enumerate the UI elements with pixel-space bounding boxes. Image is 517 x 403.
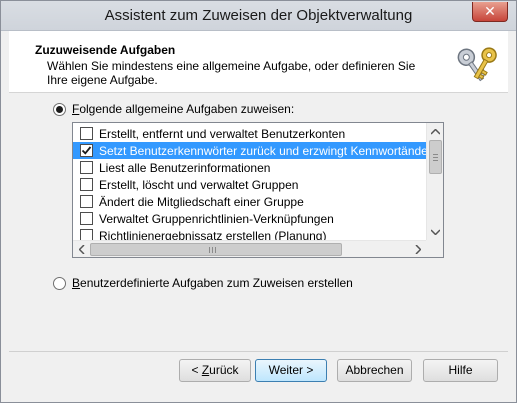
keys-icon	[454, 39, 500, 85]
task-label: Ändert die Mitgliedschaft einer Gruppe	[99, 194, 304, 209]
task-checkbox[interactable]	[80, 144, 93, 157]
radio-common-tasks[interactable]: Folgende allgemeine Aufgaben zuweisen:	[53, 102, 294, 116]
wizard-header: Zuzuweisende Aufgaben Wählen Sie mindest…	[9, 31, 508, 93]
task-label: Erstellt, entfernt und verwaltet Benutze…	[99, 126, 346, 141]
scrollbar-corner	[426, 240, 443, 257]
radio-button[interactable]	[53, 276, 66, 290]
header-subtitle: Wählen Sie mindestens eine allgemeine Au…	[47, 59, 416, 87]
back-button[interactable]: < Zurück	[179, 359, 251, 382]
window-title: Assistent zum Zuweisen der Objektverwalt…	[104, 7, 413, 24]
radio-common-label: Folgende allgemeine Aufgaben zuweisen:	[72, 102, 295, 116]
task-checkbox[interactable]	[80, 229, 93, 240]
task-item[interactable]: Ändert die Mitgliedschaft einer Gruppe	[73, 193, 426, 210]
horizontal-scrollbar[interactable]	[73, 240, 426, 257]
task-item[interactable]: Erstellt, löscht und verwaltet Gruppen	[73, 176, 426, 193]
button-separator	[9, 351, 508, 352]
next-button[interactable]: Weiter >	[255, 359, 327, 382]
header-title: Zuzuweisende Aufgaben	[35, 43, 176, 57]
checkmark-icon	[81, 146, 92, 155]
task-list[interactable]: Erstellt, entfernt und verwaltet Benutze…	[72, 122, 444, 258]
task-item[interactable]: Verwaltet Gruppenrichtlinien-Verknüpfung…	[73, 210, 426, 227]
radio-button[interactable]	[53, 102, 66, 116]
scroll-down-icon[interactable]	[427, 223, 444, 240]
radio-custom-tasks[interactable]: Benutzerdefinierte Aufgaben zum Zuweisen…	[53, 276, 353, 290]
vertical-scrollbar[interactable]	[426, 123, 443, 240]
vertical-scroll-thumb[interactable]	[429, 140, 442, 174]
help-button[interactable]: Hilfe	[423, 359, 498, 382]
task-checkbox[interactable]	[80, 212, 93, 225]
task-checkbox[interactable]	[80, 178, 93, 191]
radio-dot	[56, 105, 63, 113]
task-checkbox[interactable]	[80, 195, 93, 208]
task-label: Richtlinienergebnissatz erstellen (Planu…	[99, 228, 327, 241]
task-label: Liest alle Benutzerinformationen	[99, 160, 271, 175]
task-item[interactable]: Richtlinienergebnissatz erstellen (Planu…	[73, 227, 426, 240]
task-item[interactable]: Erstellt, entfernt und verwaltet Benutze…	[73, 125, 426, 142]
title-bar[interactable]: Assistent zum Zuweisen der Objektverwalt…	[1, 1, 516, 31]
close-button[interactable]: ✕	[472, 2, 508, 22]
task-item[interactable]: Setzt Benutzerkennwörter zurück und erzw…	[73, 142, 426, 159]
task-label: Setzt Benutzerkennwörter zurück und erzw…	[99, 143, 426, 158]
task-checkbox[interactable]	[80, 127, 93, 140]
task-list-items: Erstellt, entfernt und verwaltet Benutze…	[73, 123, 426, 240]
radio-custom-label: Benutzerdefinierte Aufgaben zum Zuweisen…	[72, 276, 353, 290]
wizard-window: Assistent zum Zuweisen der Objektverwalt…	[0, 0, 517, 403]
task-checkbox[interactable]	[80, 161, 93, 174]
task-label: Erstellt, löscht und verwaltet Gruppen	[99, 177, 299, 192]
scroll-right-icon[interactable]	[409, 241, 426, 258]
cancel-button[interactable]: Abbrechen	[337, 359, 412, 382]
horizontal-scroll-thumb[interactable]	[90, 243, 342, 256]
scroll-left-icon[interactable]	[73, 241, 90, 258]
scroll-up-icon[interactable]	[427, 123, 444, 140]
task-label: Verwaltet Gruppenrichtlinien-Verknüpfung…	[99, 211, 334, 226]
task-item[interactable]: Liest alle Benutzerinformationen	[73, 159, 426, 176]
